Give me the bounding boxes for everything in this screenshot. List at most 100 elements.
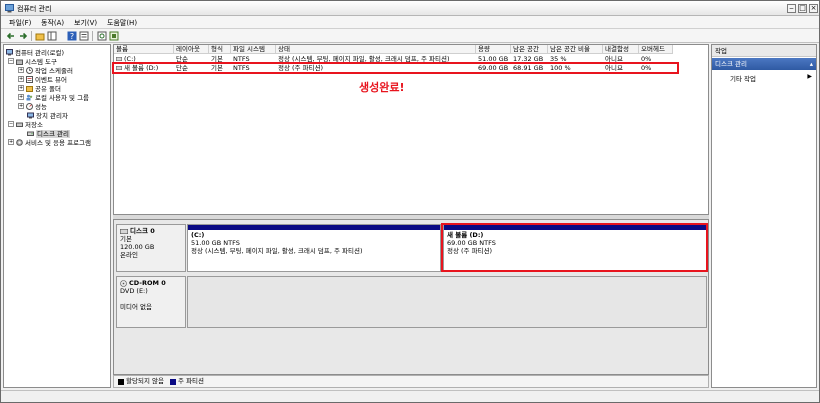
cdrom-0-type: DVD (E:) [120, 287, 148, 295]
expand-icon[interactable]: + [8, 139, 14, 145]
maximize-icon: □ [799, 4, 806, 12]
legend-swatch-unallocated [118, 378, 124, 385]
help-icon[interactable]: ? [67, 31, 77, 41]
disk-icon [120, 228, 129, 234]
minimize-button[interactable]: ‒ [787, 4, 796, 13]
legend-swatch-primary [170, 378, 177, 385]
menu-file[interactable]: 파일(F) [9, 18, 31, 28]
expand-icon[interactable]: + [18, 103, 24, 109]
tree-item-system-tools[interactable]: − 시스템 도구 [8, 56, 57, 66]
svg-text:?: ? [70, 32, 74, 41]
cdrom-0-area[interactable] [187, 276, 707, 328]
tree-item-local-users[interactable]: + 로컬 사용자 및 그룹 [18, 92, 89, 102]
legend-unallocated: 할당되지 않음 [126, 377, 164, 385]
tree-item-disk-management[interactable]: 디스크 관리 [27, 128, 70, 138]
menu-bar: 파일(F) 동작(A) 보기(V) 도움말(H) [1, 16, 819, 29]
action-more-actions[interactable]: 기타 작업 [730, 73, 756, 83]
cdrom-0-label[interactable]: CD-ROM 0 DVD (E:) 미디어 없음 [116, 276, 186, 328]
computer-icon [6, 48, 13, 55]
partition-c[interactable]: (C:) 51.00 GB NTFS 정상 (시스템, 부팅, 페이지 파일, … [187, 224, 441, 272]
highlight-partition-d [441, 223, 708, 272]
console-tree-icon[interactable] [47, 31, 57, 41]
column-header-status[interactable]: 상태 [276, 45, 476, 54]
chevron-up-icon: ▴ [809, 60, 813, 68]
cdrom-icon [120, 279, 127, 287]
collapse-icon[interactable]: − [8, 58, 14, 64]
maximize-button[interactable]: □ [798, 4, 807, 13]
collapse-icon[interactable]: − [8, 121, 14, 127]
column-header-type[interactable]: 형식 [209, 45, 231, 54]
toolbar-separator [31, 31, 32, 41]
menu-view[interactable]: 보기(V) [74, 18, 97, 28]
expand-icon[interactable]: + [18, 76, 24, 82]
submenu-arrow-icon: ▶ [807, 73, 812, 80]
menu-action[interactable]: 동작(A) [41, 18, 64, 28]
tree-item-shared-folders[interactable]: + 공유 폴더 [18, 83, 61, 93]
services-icon [16, 138, 23, 146]
tree-item-performance[interactable]: + 성능 [18, 101, 47, 111]
tree-item-event-viewer[interactable]: + 이벤트 뷰어 [18, 74, 67, 84]
performance-icon [26, 102, 33, 110]
partition-bar [188, 225, 440, 230]
export-list-icon[interactable] [109, 31, 119, 41]
legend-primary-partition: 주 파티션 [178, 377, 205, 385]
tools-icon [16, 59, 23, 65]
disk-0-label[interactable]: 디스크 0 기본 120.00 GB 온라인 [116, 224, 186, 272]
column-header-capacity[interactable]: 용량 [476, 45, 511, 54]
window-title: 컴퓨터 관리 [17, 5, 52, 13]
partition-c-size: 51.00 GB NTFS [191, 239, 240, 247]
partition-c-status: 정상 (시스템, 부팅, 페이지 파일, 활성, 크래시 덤프, 주 파티션) [191, 247, 363, 255]
expand-icon[interactable]: + [18, 94, 24, 100]
disk-management-icon [27, 131, 34, 136]
tree-item-task-scheduler[interactable]: + 작업 스케줄러 [18, 65, 73, 75]
clock-icon [26, 66, 33, 74]
menu-help[interactable]: 도움말(H) [107, 18, 137, 28]
tree-item-storage[interactable]: − 저장소 [8, 119, 43, 129]
properties-icon[interactable] [79, 31, 89, 41]
column-header-volume[interactable]: 볼륨 [114, 45, 174, 54]
users-icon [26, 94, 33, 100]
tree-item-services[interactable]: + 서비스 및 응용 프로그램 [8, 137, 91, 147]
close-icon: × [810, 4, 817, 12]
column-header-file-system[interactable]: 파일 시스템 [231, 45, 276, 54]
expand-icon[interactable]: + [18, 85, 24, 91]
tree-item-root[interactable]: 컴퓨터 관리(로컬) [6, 47, 64, 57]
computer-management-window: 컴퓨터 관리 ‒ □ × 파일(F) 동작(A) 보기(V) 도움말(H) ? … [0, 0, 820, 403]
title-bar[interactable]: 컴퓨터 관리 ‒ □ × [1, 1, 819, 16]
event-viewer-icon [26, 75, 33, 83]
legend-bar: 할당되지 않음 주 파티션 [113, 375, 709, 388]
tree-item-device-manager[interactable]: 장치 관리자 [27, 110, 68, 120]
actions-section-disk-management[interactable]: 디스크 관리 ▴ [712, 58, 816, 70]
column-header-layout[interactable]: 레이아웃 [174, 45, 209, 54]
cdrom-0-name: CD-ROM 0 [129, 279, 166, 287]
disk-0-name: 디스크 0 [130, 227, 155, 235]
forward-arrow-icon[interactable] [18, 31, 28, 41]
column-header-percent-free[interactable]: 남은 공간 비율 [548, 45, 603, 54]
annotation-text: 생성완료! [359, 81, 405, 94]
actions-header: 작업 [712, 45, 816, 57]
status-bar [1, 390, 819, 402]
disk-0-size: 120.00 GB [120, 243, 155, 251]
partition-c-name: (C:) [191, 231, 205, 239]
back-arrow-icon[interactable] [6, 31, 16, 41]
refresh-icon[interactable] [97, 31, 107, 41]
storage-icon [16, 122, 23, 127]
disk-0-status: 온라인 [120, 251, 138, 259]
cdrom-0-status: 미디어 없음 [120, 303, 152, 311]
column-header-free-space[interactable]: 남은 공간 [511, 45, 548, 54]
column-header-fault-tolerance[interactable]: 내결함성 [603, 45, 639, 54]
shared-folder-icon [26, 85, 33, 92]
toolbar-separator [92, 31, 93, 41]
volume-icon [116, 57, 123, 62]
up-folder-icon[interactable] [35, 31, 45, 41]
computer-management-icon [5, 4, 14, 13]
console-tree: 컴퓨터 관리(로컬) − 시스템 도구 + 작업 스케줄러 + 이벤트 뷰어 + 공유 … [3, 44, 111, 388]
minimize-icon: ‒ [789, 4, 794, 12]
close-button[interactable]: × [809, 4, 818, 13]
actions-pane: 작업 디스크 관리 ▴ 기타 작업 ▶ [711, 44, 817, 388]
center-pane: 볼륨 레이아웃 형식 파일 시스템 상태 용량 남은 공간 남은 공간 비율 내… [113, 44, 709, 388]
toolbar: ? [1, 29, 819, 43]
column-header-overhead[interactable]: 오버헤드 [639, 45, 673, 54]
highlight-row-d [112, 62, 679, 74]
expand-icon[interactable]: + [18, 67, 24, 73]
